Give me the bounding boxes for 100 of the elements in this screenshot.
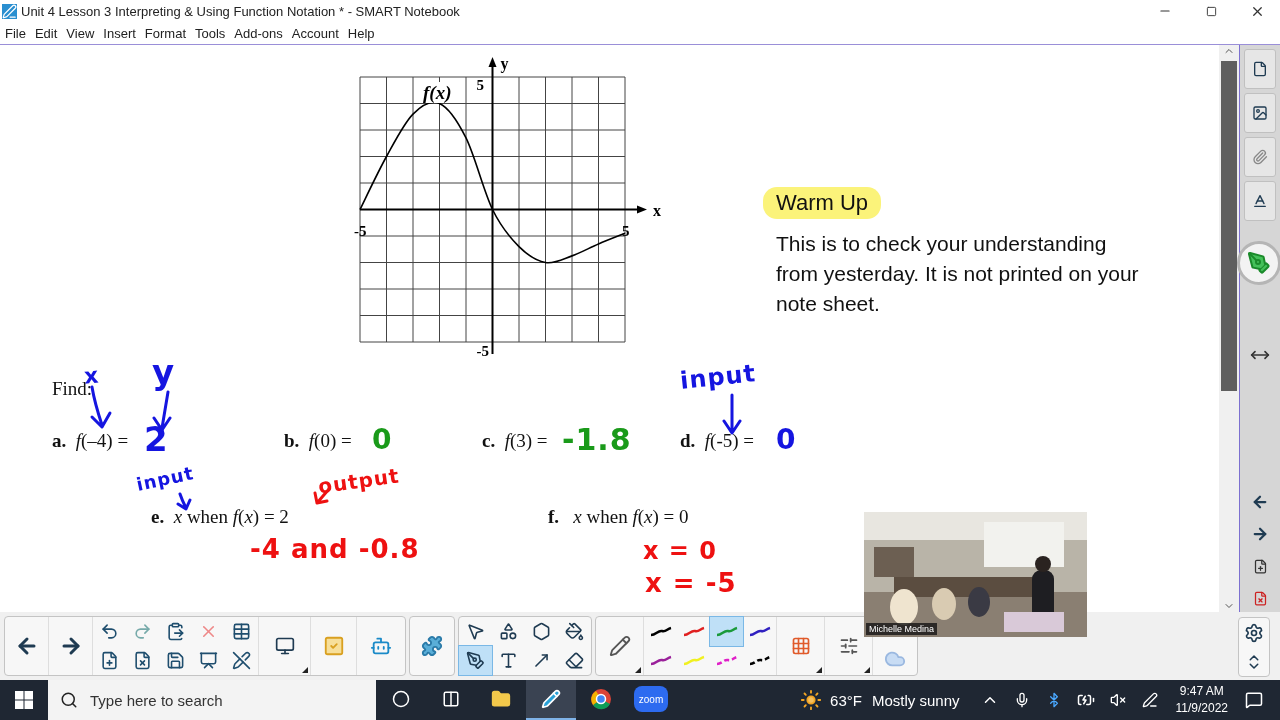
problem-text: f. x when f(x) = 0 xyxy=(548,506,689,528)
eraser-icon xyxy=(565,651,584,670)
robot-icon xyxy=(370,635,392,657)
search-icon xyxy=(60,691,78,709)
redo-icon xyxy=(133,622,152,641)
weather-text: Mostly sunny xyxy=(871,691,960,709)
save-icon xyxy=(166,651,185,670)
handwritten-ink: x = -5 xyxy=(645,570,737,596)
date: 11/9/2022 xyxy=(1175,700,1228,717)
settings-icon[interactable] xyxy=(1244,623,1264,643)
menu-item[interactable]: Insert xyxy=(98,25,140,41)
circle-icon xyxy=(392,690,410,708)
handwritten-ink: input xyxy=(134,464,196,494)
tick-label: -5 xyxy=(354,222,367,239)
properties-tab[interactable] xyxy=(1244,181,1276,221)
menu-item[interactable]: Account xyxy=(286,25,343,41)
paint-bucket-icon xyxy=(565,622,584,641)
monitor-icon xyxy=(274,636,295,656)
screen-icon xyxy=(199,651,218,670)
paste-icon xyxy=(166,622,185,641)
warm-up-label: Warm Up xyxy=(763,187,882,219)
time: 9:47 AM xyxy=(1179,683,1224,700)
paperclip-icon xyxy=(1252,149,1268,165)
clear-ink-icon xyxy=(232,651,251,670)
page-sorter-tab[interactable] xyxy=(1244,49,1276,89)
pencil-icon xyxy=(541,689,561,709)
corner-arrow-icon xyxy=(864,667,870,673)
add-page-icon xyxy=(1252,558,1268,574)
problem-text: d. f(-5) = xyxy=(680,430,755,452)
menu-item[interactable]: File xyxy=(0,25,30,41)
search-bar[interactable]: Type here to search xyxy=(48,680,376,720)
problem-text: a. f(–4) = xyxy=(52,430,129,452)
participant-name: Michelle Medina xyxy=(866,623,938,635)
handwritten-ink: output xyxy=(317,465,401,497)
pen-icon xyxy=(1247,251,1271,275)
puzzle-icon xyxy=(421,635,443,657)
pencil-icon xyxy=(608,635,631,657)
handwritten-ink: -4 and -0.8 xyxy=(250,536,420,562)
menu-item[interactable]: View xyxy=(61,25,99,41)
notifications-icon[interactable] xyxy=(1245,691,1263,709)
letter-icon xyxy=(1252,193,1268,209)
checkbox-icon xyxy=(322,635,345,657)
menu-item[interactable]: Edit xyxy=(29,25,62,41)
warm-up-text: This is to check your understanding from yesterday. It is not printed on your note sheet. xyxy=(776,231,1140,317)
pen-icon[interactable] xyxy=(1141,692,1158,708)
attachments-tab[interactable] xyxy=(1244,137,1276,177)
restore-icon xyxy=(1205,5,1217,17)
folder-icon xyxy=(491,689,511,709)
handwritten-ink: x = 0 xyxy=(643,539,717,563)
weather-icon xyxy=(800,689,823,711)
window-title: Unit 4 Lesson 3 Interpreting & Using Function Notation * - SMART Notebook xyxy=(21,3,461,19)
search-field[interactable]: Type here to search xyxy=(88,690,376,710)
axis-label: x xyxy=(653,201,661,219)
task-view-icon xyxy=(442,690,460,708)
problem-text: b. f(0) = xyxy=(284,430,352,452)
line-icon xyxy=(532,651,551,670)
hexagon-icon xyxy=(532,622,551,641)
delete-page-icon xyxy=(1252,590,1268,606)
shapes-icon xyxy=(499,622,518,641)
scroll-thumb[interactable] xyxy=(1221,61,1237,391)
menu-item[interactable]: Format xyxy=(139,25,190,41)
menu-item[interactable]: Add-ons xyxy=(229,25,287,41)
scrollbar[interactable] xyxy=(1219,45,1240,612)
problem-text: e. x when f(x) = 2 xyxy=(151,506,289,528)
menu-item[interactable]: Help xyxy=(342,25,379,41)
windows-logo-icon xyxy=(15,691,33,709)
menu-item[interactable]: Tools xyxy=(190,25,230,41)
right-arrow-icon xyxy=(1251,525,1269,543)
pen-button[interactable] xyxy=(1237,241,1280,285)
browser-icon xyxy=(590,688,612,710)
table-icon xyxy=(232,622,251,641)
handwritten-ink: input xyxy=(678,361,758,393)
handwritten-ink: 0 xyxy=(776,426,797,454)
taskbar-app[interactable] xyxy=(526,680,576,720)
tick-label: -5 xyxy=(476,343,489,357)
handwritten-ink: 0 xyxy=(372,426,393,454)
image-icon xyxy=(1252,105,1268,121)
clock[interactable]: 9:47 AM 11/9/2022 xyxy=(1175,683,1228,717)
taskbar-app[interactable]: zoom xyxy=(626,680,676,720)
handwritten-ink: y xyxy=(152,355,176,389)
ink-arrow xyxy=(176,492,194,512)
corner-arrow-icon xyxy=(816,667,822,673)
select-icon xyxy=(466,622,485,641)
add-page-icon xyxy=(100,651,119,670)
undo-icon xyxy=(100,622,119,641)
pens-tool[interactable] xyxy=(459,646,492,675)
text-icon xyxy=(499,651,518,670)
axis-label: y xyxy=(500,55,509,72)
handwritten-ink: 2 xyxy=(144,422,169,456)
curve-label: f(x) xyxy=(423,82,452,103)
problem-text: c. f(3) = xyxy=(482,430,548,452)
tick-label: 5 xyxy=(476,77,484,93)
gallery-tab[interactable] xyxy=(1244,93,1276,133)
handwritten-ink: -1.8 xyxy=(562,425,632,455)
delete-page-icon xyxy=(133,651,152,670)
tick-label: 5 xyxy=(622,222,630,239)
sliders-icon xyxy=(838,636,859,656)
corner-arrow-icon xyxy=(302,667,308,673)
corner-arrow-icon xyxy=(635,667,641,673)
volume-muted-icon[interactable] xyxy=(1109,692,1126,708)
